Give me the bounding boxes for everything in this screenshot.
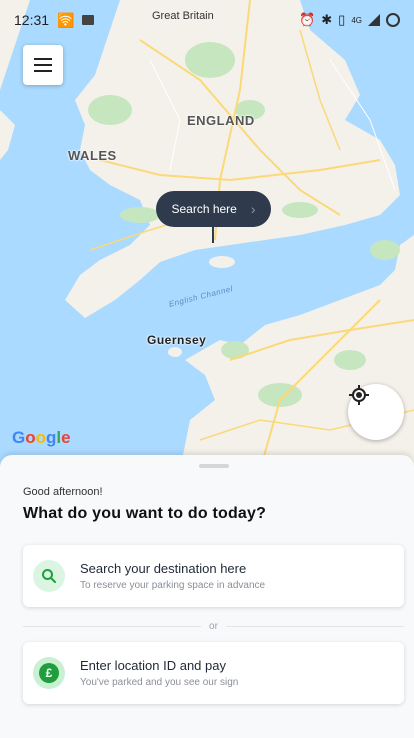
wifi-icon: 🛜 — [57, 11, 75, 28]
network-type: 4G — [351, 15, 362, 25]
map-label-wales: WALES — [68, 148, 117, 163]
search-icon — [42, 569, 56, 583]
enter-location-title: Enter location ID and pay — [80, 658, 226, 673]
status-time: 12:31 — [14, 12, 50, 28]
vibrate-icon: ▯ — [338, 12, 346, 27]
signal-icon — [368, 14, 380, 26]
my-location-button[interactable] — [348, 384, 404, 440]
enter-location-id-card[interactable]: £ Enter location ID and pay You've parke… — [23, 642, 404, 704]
status-bar: 12:31 🛜 Great Britain ⏰ ✱ ▯ 4G — [0, 0, 414, 40]
or-divider: or — [23, 619, 404, 633]
chevron-right-icon: › — [250, 201, 256, 217]
or-label: or — [209, 620, 218, 632]
map-pin-icon — [212, 227, 214, 243]
image-notification-icon — [82, 15, 95, 25]
search-destination-card[interactable]: Search your destination here To reserve … — [23, 545, 404, 607]
headline: What do you want to do today? — [23, 505, 267, 522]
battery-icon — [386, 13, 400, 27]
my-location-icon — [349, 385, 369, 405]
map-label-england: ENGLAND — [187, 113, 255, 128]
map-label-guernsey: Guernsey — [147, 333, 207, 347]
alarm-icon: ⏰ — [299, 12, 316, 27]
menu-button[interactable] — [23, 45, 63, 85]
menu-icon — [34, 58, 52, 60]
sheet-drag-handle[interactable] — [199, 464, 229, 468]
bottom-sheet: Good afternoon! What do you want to do t… — [0, 455, 414, 738]
greeting: Good afternoon! — [23, 486, 103, 498]
pound-icon-badge: £ — [33, 657, 65, 689]
map-label-great-britain: Great Britain — [152, 10, 214, 22]
pound-coin-icon: £ — [39, 663, 59, 683]
enter-location-subtitle: You've parked and you see our sign — [80, 677, 239, 688]
search-destination-subtitle: To reserve your parking space in advance — [80, 580, 266, 591]
bluetooth-icon: ✱ — [321, 12, 333, 27]
google-logo: Google — [12, 428, 71, 447]
search-icon-badge — [33, 560, 65, 592]
search-here-button[interactable]: Search here › — [156, 191, 271, 227]
search-here-label: Search here — [171, 202, 237, 216]
search-destination-title: Search your destination here — [80, 561, 247, 576]
